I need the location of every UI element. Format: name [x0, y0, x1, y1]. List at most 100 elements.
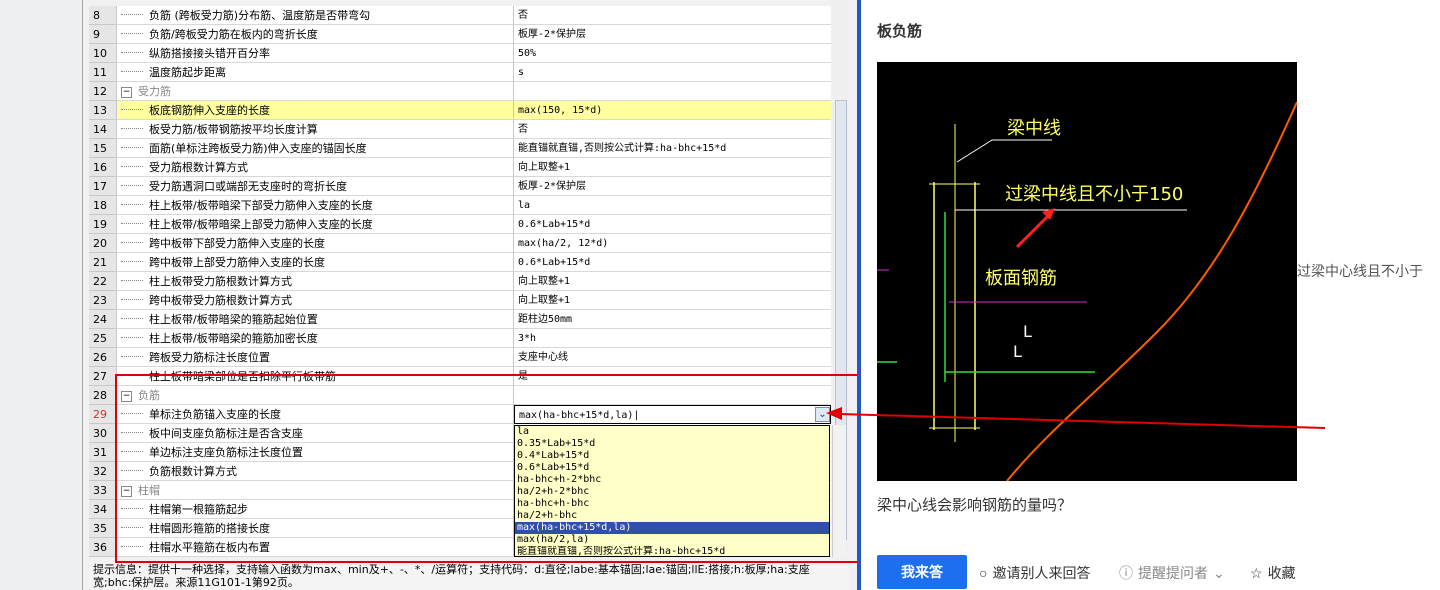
dropdown-option[interactable]: ha/2+h-2*bhc [515, 486, 829, 498]
row-value-cell[interactable]: 否 [514, 6, 831, 25]
invite-button[interactable]: ○ 邀请别人来回答 [979, 563, 1090, 583]
table-row[interactable]: 20 跨中板带下部受力筋伸入支座的长度 max(ha/2, 12*d) [89, 234, 831, 253]
favorite-button[interactable]: ☆ 收藏 [1250, 563, 1296, 583]
row-name-text: 柱帽 [138, 484, 160, 497]
tree-connector [121, 128, 143, 129]
dropdown-option[interactable]: 0.6*Lab+15*d [515, 462, 829, 474]
table-row[interactable]: 18 柱上板带/板带暗梁下部受力筋伸入支座的长度 la [89, 196, 831, 215]
group-row[interactable]: 28− 负筋 [89, 386, 831, 405]
table-row[interactable]: 16 受力筋根数计算方式 向上取整+1 [89, 158, 831, 177]
row-value-text: 向上取整+1 [518, 276, 571, 287]
row-name-text: 受力筋遇洞口或端部无支座时的弯折长度 [149, 180, 347, 193]
row-value-cell[interactable]: 向上取整+1 [514, 272, 831, 291]
tree-connector [121, 33, 143, 34]
dropdown-option[interactable]: 0.4*Lab+15*d [515, 450, 829, 462]
row-number: 31 [89, 443, 117, 462]
row-number: 29 [89, 405, 117, 424]
table-row[interactable]: 26 跨板受力筋标注长度位置 支座中心线 [89, 348, 831, 367]
dropdown-button[interactable]: ⌄ [815, 407, 830, 422]
row-value-cell[interactable]: max(ha/2, 12*d) [514, 234, 831, 253]
table-row[interactable]: 8 负筋 (跨板受力筋)分布筋、温度筋是否带弯勾 否 [89, 6, 831, 25]
collapse-icon[interactable]: − [121, 390, 132, 402]
row-value-cell[interactable]: max(150, 15*d) [514, 101, 831, 120]
tree-connector [121, 14, 143, 15]
dropdown-option[interactable]: ha/2+h-bhc [515, 510, 829, 522]
table-row[interactable]: 25 柱上板带/板带暗梁的箍筋加密长度 3*h [89, 329, 831, 348]
row-value-cell[interactable]: la [514, 196, 831, 215]
tree-connector [121, 546, 143, 547]
table-row[interactable]: 9 负筋/跨板受力筋在板内的弯折长度 板厚-2*保护层 [89, 25, 831, 44]
row-name-text: 板底钢筋伸入支座的长度 [149, 104, 270, 117]
dropdown-option[interactable]: ha-bhc+h-2*bhc [515, 474, 829, 486]
row-value-text: 板厚-2*保护层 [518, 29, 587, 40]
row-number: 27 [89, 367, 117, 386]
left-side-strip [0, 0, 82, 590]
row-number: 18 [89, 196, 117, 215]
row-value-cell[interactable]: 是 [514, 367, 831, 386]
row-value-cell[interactable]: 支座中心线 [514, 348, 831, 367]
table-row[interactable]: 13 板底钢筋伸入支座的长度 max(150, 15*d) [89, 101, 831, 120]
table-row[interactable]: 21 跨中板带上部受力筋伸入支座的长度 0.6*Lab+15*d [89, 253, 831, 272]
row-value-text: 支座中心线 [518, 352, 568, 363]
row-name-cell: 跨中板带受力筋根数计算方式 [117, 291, 514, 310]
row-number: 36 [89, 538, 117, 557]
table-row[interactable]: 15 面筋(单标注跨板受力筋)伸入支座的锚固长度 能直锚就直锚,否则按公式计算:ha… [89, 139, 831, 158]
table-row[interactable]: 11 温度筋起步距离 s [89, 63, 831, 82]
row-name-text: 面筋(单标注跨板受力筋)伸入支座的锚固长度 [149, 142, 367, 155]
dropdown-option[interactable]: la [515, 426, 829, 438]
row-value-text: 0.6*Lab+15*d [518, 219, 591, 230]
row-value-cell[interactable] [514, 386, 831, 405]
row-value-text: 否 [518, 10, 528, 21]
row-value-cell[interactable]: 向上取整+1 [514, 291, 831, 310]
row-value-cell[interactable]: 板厚-2*保护层 [514, 177, 831, 196]
row-value-text: 板厚-2*保护层 [518, 181, 587, 192]
row-name-cell: 温度筋起步距离 [117, 63, 514, 82]
value-dropdown-input[interactable]: max(ha-bhc+15*d,la)| ⌄ [514, 405, 831, 424]
row-value-cell[interactable]: 50% [514, 44, 831, 63]
table-row[interactable]: 27 柱上板带暗梁部位是否扣除平行板带筋 是 [89, 367, 831, 386]
row-value-text: la [518, 200, 531, 211]
person-icon: ○ [979, 565, 988, 581]
row-value-cell[interactable]: 向上取整+1 [514, 158, 831, 177]
table-row[interactable]: 17 受力筋遇洞口或端部无支座时的弯折长度 板厚-2*保护层 [89, 177, 831, 196]
table-row[interactable]: 24 柱上板带/板带暗梁的箍筋起始位置 距柱边50mm [89, 310, 831, 329]
collapse-icon[interactable]: − [121, 485, 132, 497]
remind-button[interactable]: ⓘ 提醒提问者 ⌄ [1119, 563, 1225, 583]
table-row[interactable]: 10 纵筋搭接接头错开百分率 50% [89, 44, 831, 63]
row-name-text: 负筋 [138, 389, 160, 402]
row-number: 21 [89, 253, 117, 272]
label-top-bar: 板面钢筋 [985, 268, 1057, 289]
row-name-cell: 柱上板带受力筋根数计算方式 [117, 272, 514, 291]
row-value-cell[interactable]: 能直锚就直锚,否则按公式计算:ha-bhc+15*d [514, 139, 831, 158]
dropdown-option[interactable]: max(ha/2,la) [515, 534, 829, 546]
row-value-text: 否 [518, 124, 528, 135]
row-value-cell[interactable]: s [514, 63, 831, 82]
row-value-cell[interactable] [514, 82, 831, 101]
table-row[interactable]: 14 板受力筋/板带钢筋按平均长度计算 否 [89, 120, 831, 139]
row-name-cell: 受力筋遇洞口或端部无支座时的弯折长度 [117, 177, 514, 196]
collapse-icon[interactable]: − [121, 86, 132, 98]
table-row[interactable]: 29 单标注负筋锚入支座的长度 max(ha-bhc+15*d,la)| ⌄ [89, 405, 831, 424]
table-row[interactable]: 23 跨中板带受力筋根数计算方式 向上取整+1 [89, 291, 831, 310]
row-name-cell: − 负筋 [117, 386, 514, 405]
row-number: 30 [89, 424, 117, 443]
dropdown-scrollbar[interactable] [832, 425, 846, 557]
row-value-cell[interactable]: 3*h [514, 329, 831, 348]
dropdown-option[interactable]: 0.35*Lab+15*d [515, 438, 829, 450]
table-row[interactable]: 19 柱上板带/板带暗梁上部受力筋伸入支座的长度 0.6*Lab+15*d [89, 215, 831, 234]
dropdown-list[interactable]: la 0.35*Lab+15*d 0.4*Lab+15*d 0.6*Lab+15*d h… [514, 425, 830, 557]
row-value-cell[interactable]: 0.6*Lab+15*d [514, 253, 831, 272]
row-value-cell[interactable]: 0.6*Lab+15*d [514, 215, 831, 234]
tree-connector [121, 185, 143, 186]
row-value-cell[interactable]: 板厚-2*保护层 [514, 25, 831, 44]
dropdown-option[interactable]: ha-bhc+h-bhc [515, 498, 829, 510]
table-row[interactable]: 22 柱上板带受力筋根数计算方式 向上取整+1 [89, 272, 831, 291]
row-name-cell: 面筋(单标注跨板受力筋)伸入支座的锚固长度 [117, 139, 514, 158]
dropdown-option[interactable]: 能直锚就直锚,否则按公式计算:ha-bhc+15*d [515, 546, 829, 558]
row-value-cell[interactable]: 否 [514, 120, 831, 139]
dropdown-option[interactable]: max(ha-bhc+15*d,la) [515, 522, 829, 534]
label-l2: L [1013, 342, 1022, 361]
group-row[interactable]: 12− 受力筋 [89, 82, 831, 101]
row-value-cell[interactable]: 距柱边50mm [514, 310, 831, 329]
answer-button[interactable]: 我来答 [877, 555, 967, 589]
